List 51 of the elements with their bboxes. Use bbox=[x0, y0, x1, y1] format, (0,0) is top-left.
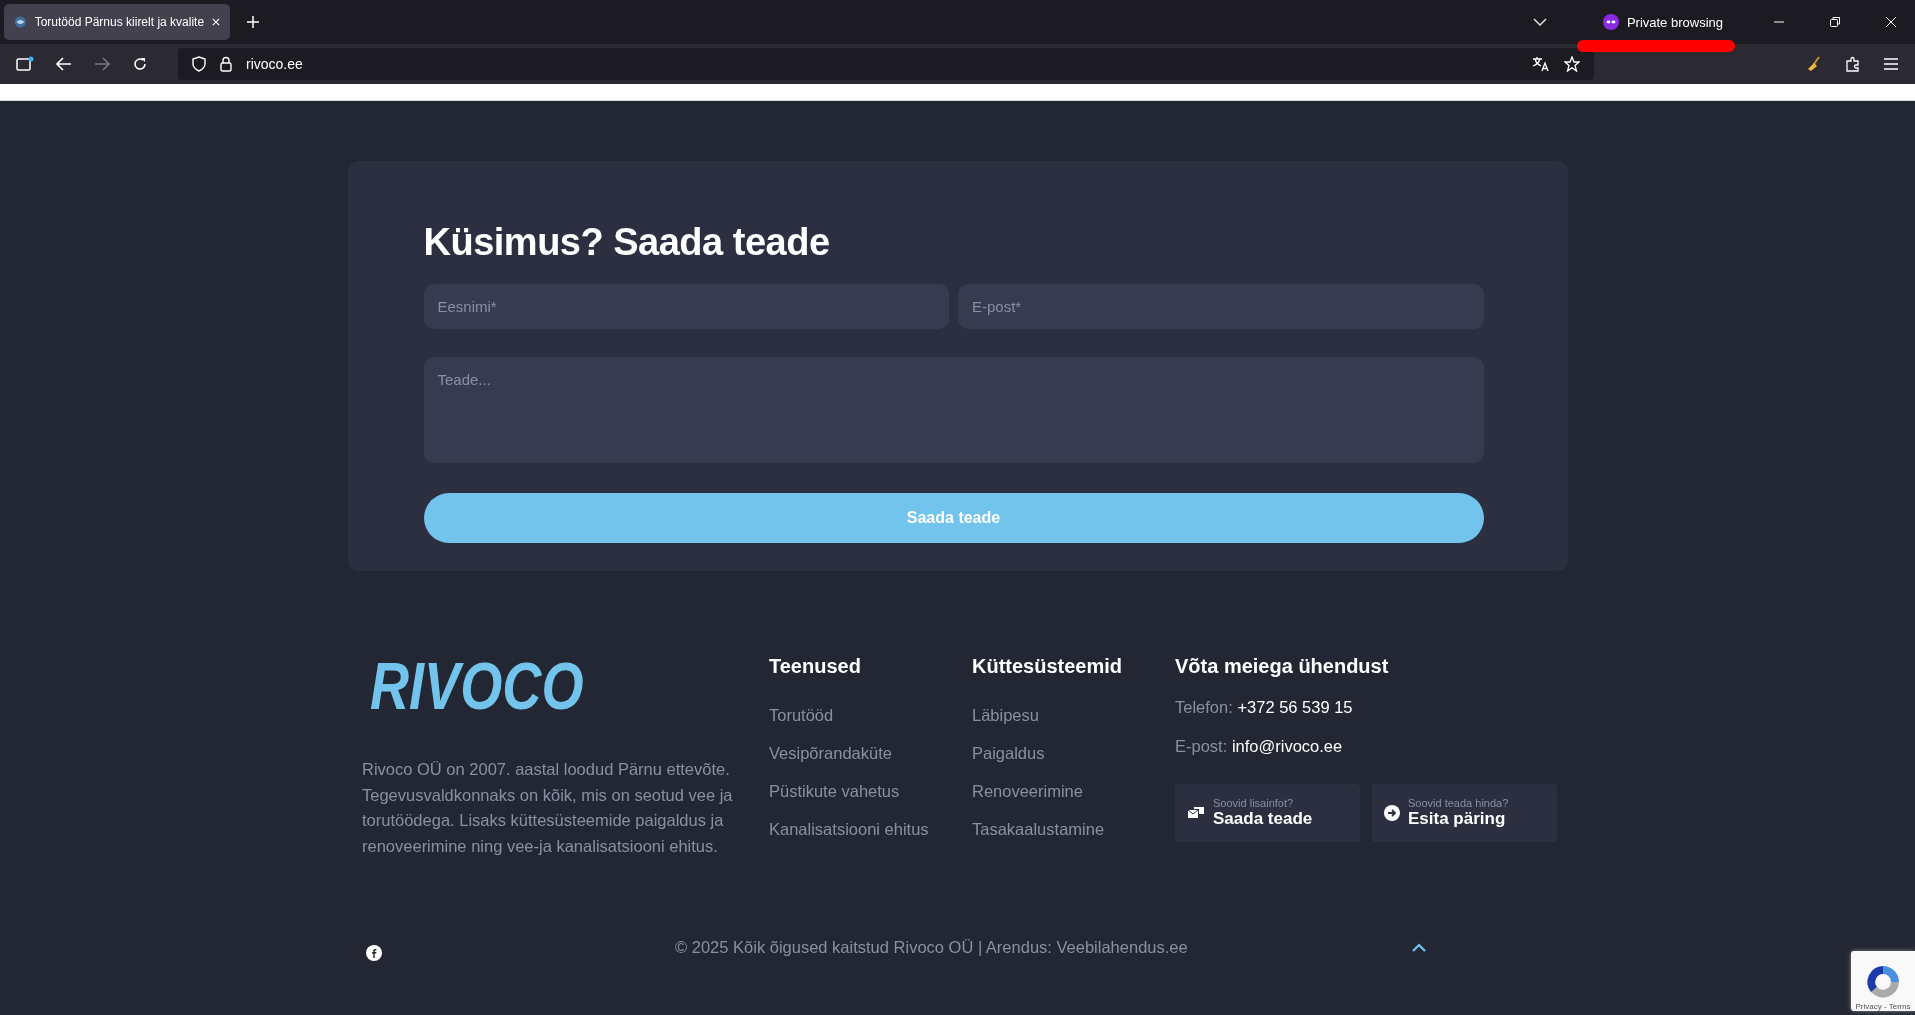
footer-link[interactable]: Paigaldus bbox=[972, 744, 1045, 763]
restore-icon[interactable] bbox=[1829, 16, 1841, 28]
copyright-text: © 2025 Kõik õigused kaitstud Rivoco OÜ | Arendus: Veebilahendus.ee bbox=[675, 937, 1188, 957]
column-heading: Võta meiega ühendust bbox=[1175, 655, 1390, 678]
column-heading: Küttesüsteemid bbox=[972, 655, 1123, 678]
footer-link[interactable]: Torutööd bbox=[769, 706, 834, 725]
footer-link[interactable]: Tasakaalustamine bbox=[972, 820, 1105, 839]
scroll-top-icon[interactable] bbox=[1412, 942, 1426, 952]
column-heading: Teenused bbox=[769, 655, 861, 678]
lock-icon bbox=[220, 56, 232, 72]
shield-icon bbox=[192, 56, 206, 72]
cta-button[interactable]: Soovid teada hinda? Esita päring bbox=[1372, 784, 1557, 842]
contact-link[interactable]: info@rivoco.ee bbox=[1231, 737, 1343, 755]
contact-label: E-post: bbox=[1175, 737, 1228, 755]
address-bar[interactable]: rivoco.ee bbox=[178, 48, 1594, 80]
close-icon[interactable] bbox=[212, 17, 220, 27]
recaptcha-badge[interactable]: Privacy - Terms bbox=[1851, 951, 1915, 1011]
logo[interactable]: RIVOCO bbox=[370, 655, 584, 717]
reload-icon[interactable] bbox=[132, 56, 148, 72]
browser-tab[interactable]: Torutööd Pärnus kiirelt ja kvalite bbox=[4, 4, 230, 40]
form-heading: Küsimus? Saada teade bbox=[423, 221, 831, 264]
footer-link[interactable]: Kanalisatsiooni ehitus bbox=[769, 820, 929, 839]
message-field[interactable]: Teade... bbox=[423, 357, 1484, 463]
contact-link[interactable]: +372 56 539 15 bbox=[1237, 698, 1353, 716]
footer-link[interactable]: Püstikute vahetus bbox=[769, 782, 900, 801]
footer-link[interactable]: Vesipõrandaküte bbox=[769, 744, 892, 763]
facebook-icon[interactable] bbox=[366, 945, 382, 961]
tab-title: Torutööd Pärnus kiirelt ja kvalite bbox=[34, 15, 205, 29]
close-icon[interactable] bbox=[1885, 16, 1897, 28]
input-field[interactable]: E-post* bbox=[958, 284, 1484, 329]
star-icon[interactable] bbox=[1564, 56, 1580, 72]
forward-icon[interactable] bbox=[94, 57, 110, 71]
messages-icon bbox=[1187, 805, 1205, 821]
puzzle-icon[interactable] bbox=[1845, 56, 1861, 72]
globe-icon bbox=[14, 14, 27, 30]
company-description: Rivoco OÜ on 2007. aastal loodud Pärnu ettevõte. Tegevusvaldkonnaks on kõik, mis on seotud vee ja torutöödega. Lisaks küttesüsteemide paigaldus ja renoveerimine ning vee-ja kanalisatsiooni ehitus. bbox=[362, 759, 734, 857]
menu-icon[interactable] bbox=[1883, 57, 1899, 71]
chevron-down-icon[interactable] bbox=[1532, 18, 1547, 26]
translate-icon[interactable] bbox=[1532, 56, 1550, 72]
contact-label: Telefon: bbox=[1175, 698, 1233, 716]
arrow-circle-icon bbox=[1384, 805, 1400, 821]
back-icon[interactable] bbox=[56, 57, 72, 71]
url-text: rivoco.ee bbox=[246, 56, 303, 72]
footer-link[interactable]: Renoveerimine bbox=[972, 782, 1083, 801]
new-tab-icon[interactable] bbox=[246, 15, 260, 29]
sidebar-icon[interactable] bbox=[16, 56, 34, 72]
footer-link[interactable]: Läbipesu bbox=[972, 706, 1039, 725]
mask-icon bbox=[1602, 14, 1619, 30]
cta-button[interactable]: Soovid lisainfot? Saada teade bbox=[1175, 784, 1360, 842]
private-browsing-label: Private browsing bbox=[1626, 14, 1723, 30]
input-field[interactable]: Eesnimi* bbox=[423, 284, 949, 329]
